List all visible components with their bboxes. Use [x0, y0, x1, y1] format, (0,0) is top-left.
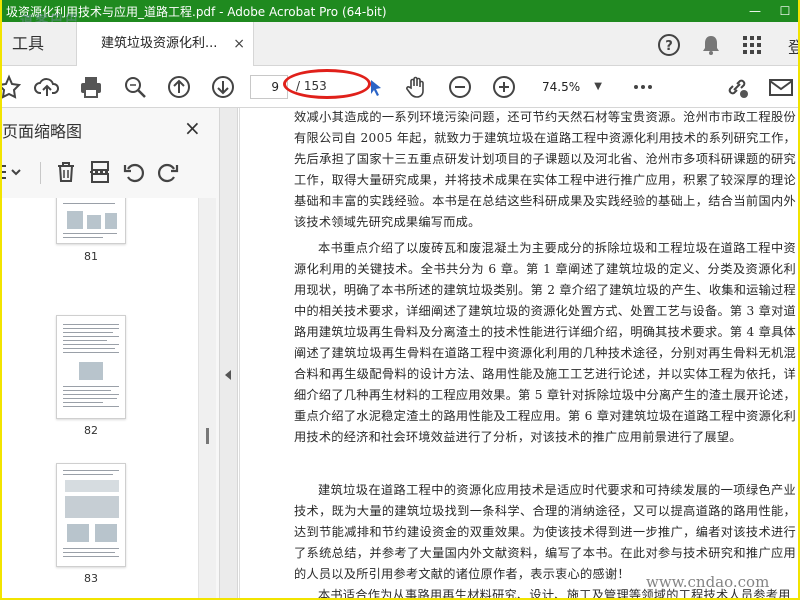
zoom-level-select[interactable]: 74.5% ▼ — [534, 75, 606, 99]
tab-document[interactable]: 建筑垃圾资源化利... × — [76, 22, 254, 66]
tab-tools[interactable]: 工具 — [2, 22, 62, 66]
panel-toolbar-divider — [40, 162, 41, 184]
thumbnail-scrollbar[interactable] — [198, 198, 216, 598]
rotate-counterclockwise-icon[interactable] — [122, 160, 146, 184]
rotate-clockwise-icon[interactable] — [156, 160, 180, 184]
highlight-ellipse-annotation — [283, 69, 371, 99]
title-bar: 圾资源化利用技术与应用_道路工程.pdf - Adobe Acrobat Pro… — [2, 0, 798, 29]
svg-text:?: ? — [665, 39, 673, 54]
tab-document-label: 建筑垃圾资源化利... — [101, 36, 218, 51]
acrobat-window: 圾资源化利用技术与应用_道路工程.pdf - Adobe Acrobat Pro… — [0, 0, 800, 600]
upload-cloud-icon[interactable] — [34, 74, 60, 100]
sign-in-label[interactable]: 登 — [788, 34, 798, 58]
page-thumbnail-81[interactable] — [56, 198, 126, 244]
page-thumbnails-panel: 页面缩略图 × 81 82 83 — [2, 108, 220, 598]
pdf-page: 效减小其造成的一系列环境污染问题，还可节约天然石材等宝贵资源。沧州市市政工程股份… — [239, 108, 798, 598]
maximize-button[interactable]: ☐ — [770, 0, 798, 22]
body-paragraph-1: 效减小其造成的一系列环境污染问题，还可节约天然石材等宝贵资源。沧州市市政工程股份… — [294, 110, 796, 229]
page-thumbnail-83[interactable] — [56, 463, 126, 567]
panel-close-button[interactable]: × — [184, 116, 201, 140]
collapse-left-icon[interactable] — [225, 370, 231, 380]
apps-grid-icon[interactable] — [740, 33, 764, 57]
search-icon[interactable] — [122, 74, 148, 100]
tab-bar: 工具 建筑垃圾资源化利... × ? 登 — [2, 22, 798, 66]
bell-icon[interactable] — [699, 33, 723, 57]
chevron-down-icon: ▼ — [594, 81, 602, 92]
panel-toolbar — [2, 156, 220, 190]
zoom-out-icon[interactable] — [447, 74, 473, 100]
email-icon[interactable] — [768, 74, 794, 100]
main-toolbar: 9 / 153 74.5% ▼ — [2, 66, 798, 108]
page-thumbnail-82[interactable] — [56, 315, 126, 419]
thumbnail-label-82: 82 — [84, 424, 98, 437]
minimize-button[interactable]: — — [740, 0, 770, 22]
more-tools-icon[interactable] — [630, 74, 656, 100]
previous-page-icon[interactable] — [166, 74, 192, 100]
body-paragraph-2: 本书重点介绍了以废砖瓦和废混凝土为主要成分的拆除垃圾和工程垃圾在道路工程中资源化… — [294, 241, 796, 444]
trash-icon[interactable] — [54, 160, 78, 184]
options-menu-icon[interactable] — [2, 160, 21, 184]
body-paragraph-3: 建筑垃圾在道路工程中的资源化应用技术是适应时代要求和可持续发展的一项绿色产业技术… — [294, 483, 796, 581]
page-number-input[interactable]: 9 — [250, 75, 288, 99]
scrollbar-grip[interactable] — [206, 428, 209, 444]
share-link-icon[interactable] — [724, 74, 750, 100]
print-icon[interactable] — [78, 74, 104, 100]
extract-pages-icon[interactable] — [88, 160, 112, 184]
site-watermark: www.cndao.com — [646, 573, 770, 591]
zoom-level-value: 74.5% — [542, 80, 581, 94]
panel-collapse-strip[interactable] — [220, 108, 238, 598]
help-icon[interactable]: ? — [657, 33, 681, 57]
tab-close-button[interactable]: × — [233, 22, 245, 66]
next-page-icon[interactable] — [210, 74, 236, 100]
star-icon[interactable] — [2, 74, 22, 100]
document-view[interactable]: 效减小其造成的一系列环境污染问题，还可节约天然石材等宝贵资源。沧州市市政工程股份… — [239, 108, 798, 598]
thumbnail-label-83: 83 — [84, 572, 98, 585]
zoom-in-icon[interactable] — [491, 74, 517, 100]
thumbnail-label-81: 81 — [84, 250, 98, 263]
panel-title: 页面缩略图 — [2, 122, 83, 141]
hand-tool-icon[interactable] — [404, 74, 430, 100]
thumbnail-list: 81 82 83 — [2, 198, 198, 598]
